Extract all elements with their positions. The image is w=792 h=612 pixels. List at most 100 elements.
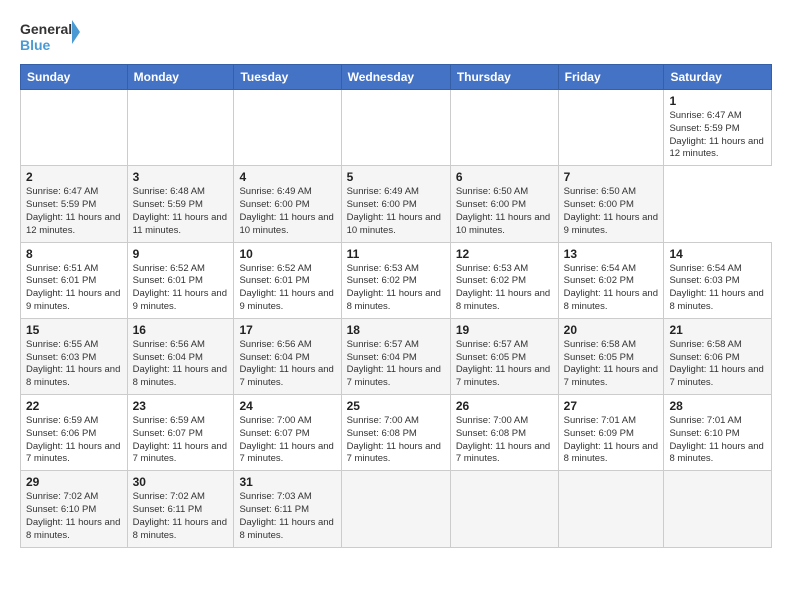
calendar-cell: 4Sunrise: 6:49 AMSunset: 6:00 PMDaylight… [234, 166, 341, 242]
day-number: 5 [347, 170, 445, 184]
day-number: 28 [669, 399, 766, 413]
day-number: 18 [347, 323, 445, 337]
day-number: 29 [26, 475, 122, 489]
calendar-cell: 26 Sunrise: 7:00 AMSunset: 6:08 PMDayligh… [450, 395, 558, 471]
calendar-cell [341, 90, 450, 166]
day-number: 20 [564, 323, 659, 337]
day-number: 10 [239, 247, 335, 261]
day-info: Sunrise: 6:56 AMSunset: 6:04 PMDaylight:… [133, 339, 229, 390]
calendar-table: SundayMondayTuesdayWednesdayThursdayFrid… [20, 64, 772, 548]
day-info: Sunrise: 6:52 AMSunset: 6:01 PMDaylight:… [239, 263, 335, 314]
calendar-cell: 13Sunrise: 6:54 AMSunset: 6:02 PMDayligh… [558, 242, 664, 318]
day-number: 12 [456, 247, 553, 261]
day-info: Sunrise: 7:00 AMSunset: 6:08 PMDaylight:… [456, 415, 553, 466]
day-number: 2 [26, 170, 122, 184]
calendar-cell: 17 Sunrise: 6:56 AMSunset: 6:04 PMDayligh… [234, 318, 341, 394]
day-number: 15 [26, 323, 122, 337]
calendar-week-row: 2 Sunrise: 6:47 AMSunset: 5:59 PMDaylight… [21, 166, 772, 242]
day-info: Sunrise: 6:59 AMSunset: 6:06 PMDaylight:… [26, 415, 122, 466]
weekday-header-sunday: Sunday [21, 65, 128, 90]
day-number: 24 [239, 399, 335, 413]
calendar-cell [341, 471, 450, 547]
calendar-header-row: SundayMondayTuesdayWednesdayThursdayFrid… [21, 65, 772, 90]
day-info: Sunrise: 6:53 AMSunset: 6:02 PMDaylight:… [456, 263, 553, 314]
day-info: Sunrise: 7:02 AMSunset: 6:10 PMDaylight:… [26, 491, 122, 542]
day-info: Sunrise: 6:55 AMSunset: 6:03 PMDaylight:… [26, 339, 122, 390]
day-number: 14 [669, 247, 766, 261]
general-blue-logo-icon: GeneralBlue [20, 18, 80, 54]
page: GeneralBlue SundayMondayTuesdayWednesday… [0, 0, 792, 612]
calendar-cell: 10 Sunrise: 6:52 AMSunset: 6:01 PMDayligh… [234, 242, 341, 318]
day-info: Sunrise: 7:01 AMSunset: 6:09 PMDaylight:… [564, 415, 659, 466]
header: GeneralBlue [20, 18, 772, 54]
day-info: Sunrise: 6:54 AMSunset: 6:02 PMDaylight:… [564, 263, 659, 314]
calendar-cell [450, 90, 558, 166]
day-number: 1 [669, 94, 766, 108]
day-number: 31 [239, 475, 335, 489]
calendar-cell: 7 Sunrise: 6:50 AMSunset: 6:00 PMDaylight… [558, 166, 664, 242]
calendar-cell: 24 Sunrise: 7:00 AMSunset: 6:07 PMDayligh… [234, 395, 341, 471]
calendar-cell: 20 Sunrise: 6:58 AMSunset: 6:05 PMDayligh… [558, 318, 664, 394]
day-info: Sunrise: 7:01 AMSunset: 6:10 PMDaylight:… [669, 415, 766, 466]
day-number: 17 [239, 323, 335, 337]
day-number: 3 [133, 170, 229, 184]
day-number: 7 [564, 170, 659, 184]
weekday-header-saturday: Saturday [664, 65, 772, 90]
weekday-header-monday: Monday [127, 65, 234, 90]
weekday-header-wednesday: Wednesday [341, 65, 450, 90]
calendar-cell [234, 90, 341, 166]
calendar-cell: 19 Sunrise: 6:57 AMSunset: 6:05 PMDayligh… [450, 318, 558, 394]
calendar-cell: 18 Sunrise: 6:57 AMSunset: 6:04 PMDayligh… [341, 318, 450, 394]
day-number: 19 [456, 323, 553, 337]
day-info: Sunrise: 6:58 AMSunset: 6:05 PMDaylight:… [564, 339, 659, 390]
day-info: Sunrise: 6:48 AMSunset: 5:59 PMDaylight:… [133, 186, 229, 237]
day-info: Sunrise: 6:56 AMSunset: 6:04 PMDaylight:… [239, 339, 335, 390]
calendar-week-row: 29 Sunrise: 7:02 AMSunset: 6:10 PMDayligh… [21, 471, 772, 547]
day-number: 25 [347, 399, 445, 413]
svg-text:Blue: Blue [20, 37, 51, 53]
day-number: 9 [133, 247, 229, 261]
calendar-cell: 5 Sunrise: 6:49 AMSunset: 6:00 PMDaylight… [341, 166, 450, 242]
day-number: 22 [26, 399, 122, 413]
day-info: Sunrise: 7:00 AMSunset: 6:08 PMDaylight:… [347, 415, 445, 466]
day-info: Sunrise: 7:02 AMSunset: 6:11 PMDaylight:… [133, 491, 229, 542]
calendar-cell: 9Sunrise: 6:52 AMSunset: 6:01 PMDaylight… [127, 242, 234, 318]
calendar-cell: 11Sunrise: 6:53 AMSunset: 6:02 PMDayligh… [341, 242, 450, 318]
day-info: Sunrise: 6:49 AMSunset: 6:00 PMDaylight:… [347, 186, 445, 237]
calendar-cell: 3 Sunrise: 6:48 AMSunset: 5:59 PMDaylight… [127, 166, 234, 242]
calendar-cell: 1Sunrise: 6:47 AMSunset: 5:59 PMDaylight… [664, 90, 772, 166]
calendar-cell: 12 Sunrise: 6:53 AMSunset: 6:02 PMDayligh… [450, 242, 558, 318]
weekday-header-tuesday: Tuesday [234, 65, 341, 90]
calendar-cell: 22 Sunrise: 6:59 AMSunset: 6:06 PMDayligh… [21, 395, 128, 471]
day-info: Sunrise: 7:03 AMSunset: 6:11 PMDaylight:… [239, 491, 335, 542]
calendar-cell: 14 Sunrise: 6:54 AMSunset: 6:03 PMDayligh… [664, 242, 772, 318]
day-number: 26 [456, 399, 553, 413]
day-info: Sunrise: 6:50 AMSunset: 6:00 PMDaylight:… [564, 186, 659, 237]
calendar-cell: 15 Sunrise: 6:55 AMSunset: 6:03 PMDayligh… [21, 318, 128, 394]
calendar-cell [664, 471, 772, 547]
calendar-body: 1 Sunrise: 6:47 AMSunset: 5:59 PMDaylight… [21, 90, 772, 548]
day-info: Sunrise: 6:57 AMSunset: 6:04 PMDaylight:… [347, 339, 445, 390]
day-number: 27 [564, 399, 659, 413]
day-info: Sunrise: 6:47 AMSunset: 5:59 PMDaylight:… [26, 186, 122, 237]
day-number: 23 [133, 399, 229, 413]
calendar-week-row: 22 Sunrise: 6:59 AMSunset: 6:06 PMDayligh… [21, 395, 772, 471]
weekday-header-friday: Friday [558, 65, 664, 90]
day-info: Sunrise: 6:51 AMSunset: 6:01 PMDaylight:… [26, 263, 122, 314]
day-number: 30 [133, 475, 229, 489]
calendar-cell: 23 Sunrise: 6:59 AMSunset: 6:07 PMDayligh… [127, 395, 234, 471]
day-info: Sunrise: 6:49 AMSunset: 6:00 PMDaylight:… [239, 186, 335, 237]
svg-text:General: General [20, 21, 72, 37]
calendar-cell: 31 Sunrise: 7:03 AMSunset: 6:11 PMDayligh… [234, 471, 341, 547]
day-number: 6 [456, 170, 553, 184]
day-info: Sunrise: 6:57 AMSunset: 6:05 PMDaylight:… [456, 339, 553, 390]
day-info: Sunrise: 6:50 AMSunset: 6:00 PMDaylight:… [456, 186, 553, 237]
day-info: Sunrise: 7:00 AMSunset: 6:07 PMDaylight:… [239, 415, 335, 466]
calendar-cell [450, 471, 558, 547]
calendar-cell: 25 Sunrise: 7:00 AMSunset: 6:08 PMDayligh… [341, 395, 450, 471]
day-info: Sunrise: 6:54 AMSunset: 6:03 PMDaylight:… [669, 263, 766, 314]
calendar-cell: 21Sunrise: 6:58 AMSunset: 6:06 PMDayligh… [664, 318, 772, 394]
calendar-cell [21, 90, 128, 166]
calendar-cell: 30 Sunrise: 7:02 AMSunset: 6:11 PMDayligh… [127, 471, 234, 547]
day-info: Sunrise: 6:59 AMSunset: 6:07 PMDaylight:… [133, 415, 229, 466]
